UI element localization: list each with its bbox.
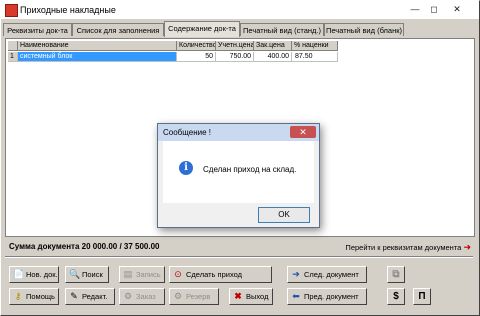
ok-button[interactable]: OK xyxy=(258,207,310,223)
column-header-markup[interactable]: % наценки xyxy=(292,41,338,51)
edit-button[interactable]: ✎ Редакт. xyxy=(65,288,115,305)
minimize-button[interactable]: — xyxy=(407,3,423,15)
help-icon: ⚷ xyxy=(14,291,22,301)
save-button[interactable]: ▤ Запись xyxy=(119,266,165,283)
column-header-account-price[interactable]: Учетн.цена xyxy=(216,41,254,51)
arrow-right-icon: ➜ xyxy=(463,242,471,252)
reserve-icon: ⚙ xyxy=(173,291,183,301)
dialog-body: i Сделан приход на склад. xyxy=(163,141,314,203)
tab-fill-list[interactable]: Список для заполнения xyxy=(72,23,164,36)
message-dialog: Сообщение ! ✕ i Сделан приход на склад. … xyxy=(157,123,320,228)
exit-label: Выход xyxy=(246,292,269,301)
order-icon: ⚙ xyxy=(123,291,133,301)
row-index-cell: 1 xyxy=(8,52,18,62)
save-label: Запись xyxy=(136,270,161,279)
tab-requisites[interactable]: Реквизиты док-та xyxy=(3,23,72,36)
goto-requisites-link[interactable]: Перейти к реквизитам документа ➜ xyxy=(345,242,471,253)
make-receipt-button[interactable]: ⊙ Сделать приход xyxy=(169,266,272,283)
search-label: Поиск xyxy=(82,270,103,279)
tab-content[interactable]: Содержание док-та xyxy=(164,21,240,37)
tab-print-blank[interactable]: Печатный вид (бланк) xyxy=(324,23,404,36)
edit-icon: ✎ xyxy=(70,291,78,301)
arrow-left-icon: ⬅ xyxy=(292,291,300,301)
search-button[interactable]: 🔍 Поиск xyxy=(65,266,109,283)
arrow-right-icon: ➔ xyxy=(292,269,300,279)
order-button[interactable]: ⚙ Заказ xyxy=(119,288,165,305)
previous-document-button[interactable]: ⬅ Пред. документ xyxy=(287,288,367,305)
make-receipt-label: Сделать приход xyxy=(186,270,242,279)
previous-document-label: Пред. документ xyxy=(304,292,359,301)
reserve-label: Резерв xyxy=(186,292,211,301)
info-icon: i xyxy=(179,161,193,175)
window-title: Приходные накладные xyxy=(20,5,116,15)
search-icon: 🔍 xyxy=(69,269,81,279)
maximize-button[interactable]: ◻ xyxy=(426,3,442,15)
tab-print-standard[interactable]: Печатный вид (станд.) xyxy=(240,23,324,36)
markup-cell[interactable]: 87.50 xyxy=(292,52,338,62)
copy-button[interactable]: ⧉ xyxy=(387,266,405,283)
exit-icon: ✖ xyxy=(234,291,242,301)
new-document-button[interactable]: 📄 Нов. док. xyxy=(9,266,59,283)
column-header-purchase-price[interactable]: Зак.цена xyxy=(254,41,292,51)
divider xyxy=(5,256,473,258)
account-price-cell[interactable]: 750.00 xyxy=(216,52,254,62)
edit-label: Редакт. xyxy=(82,292,108,301)
quantity-cell[interactable]: 50 xyxy=(177,52,216,62)
receipt-icon: ⊙ xyxy=(174,269,182,279)
new-document-icon: 📄 xyxy=(13,269,25,279)
reserve-button[interactable]: ⚙ Резерв xyxy=(169,288,219,305)
dialog-close-button[interactable]: ✕ xyxy=(290,126,316,138)
help-button[interactable]: ⚷ Помощь xyxy=(9,288,59,305)
document-total: Сумма документа 20 000.00 / 37 500.00 xyxy=(9,242,160,251)
tab-strip: Реквизиты док-та Список для заполнения С… xyxy=(3,21,477,37)
column-header-quantity[interactable]: Количество xyxy=(177,41,216,51)
goto-requisites-label: Перейти к реквизитам документа xyxy=(345,243,462,252)
dialog-title: Сообщение ! xyxy=(163,128,211,137)
app-icon xyxy=(5,4,18,17)
copy-icon: ⧉ xyxy=(392,269,400,280)
column-header-index xyxy=(8,41,18,51)
dialog-message: Сделан приход на склад. xyxy=(203,165,297,174)
next-document-button[interactable]: ➔ След. документ xyxy=(287,266,367,283)
print-button[interactable]: П xyxy=(413,288,431,305)
summary-bar: Сумма документа 20 000.00 / 37 500.00 Пе… xyxy=(5,241,473,253)
main-window: Приходные накладные — ◻ ✕ Реквизиты док-… xyxy=(0,0,480,316)
order-label: Заказ xyxy=(136,292,156,301)
currency-button[interactable]: $ xyxy=(387,288,405,305)
column-header-name[interactable]: Наименование xyxy=(18,41,177,51)
new-document-label: Нов. док. xyxy=(26,270,58,279)
save-icon: ▤ xyxy=(123,269,133,279)
close-button[interactable]: ✕ xyxy=(445,3,469,15)
next-document-label: След. документ xyxy=(304,270,359,279)
help-label: Помощь xyxy=(26,292,55,301)
purchase-price-cell[interactable]: 400.00 xyxy=(254,52,292,62)
exit-button[interactable]: ✖ Выход xyxy=(229,288,273,305)
name-cell[interactable]: системный блок xyxy=(18,52,177,62)
title-bar: Приходные накладные — ◻ ✕ xyxy=(1,1,479,19)
dialog-title-bar: Сообщение ! ✕ xyxy=(158,124,319,141)
